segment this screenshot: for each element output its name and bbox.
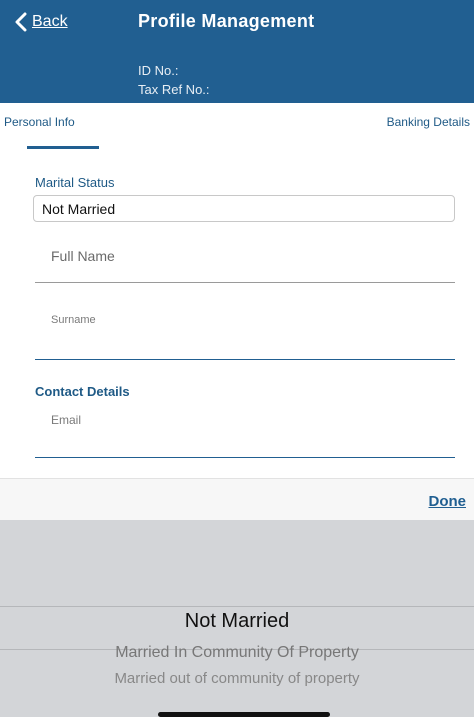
tab-personal-info[interactable]: Personal Info [4,115,75,129]
email-placeholder: Email [51,413,82,427]
id-number-label: ID No.: [138,63,179,78]
tab-banking-details[interactable]: Banking Details [387,115,470,129]
page-title: Profile Management [138,11,315,31]
done-button[interactable]: Done [429,493,467,510]
email-underline [35,457,455,458]
back-label: Back [32,13,68,30]
app-header: Back Profile Management ID No.: Tax Ref … [0,0,474,103]
marital-status-select[interactable]: Not Married [33,195,455,222]
picker-option[interactable]: Married In Community Of Property [0,644,474,662]
tab-bar: Personal Info Banking Details [0,103,474,149]
surname-placeholder: Surname [51,314,96,326]
chevron-left-icon [14,12,28,32]
active-tab-indicator [27,146,99,149]
picker-option[interactable]: Married out of community of property [0,670,474,687]
full-name-placeholder: Full Name [51,248,115,264]
marital-status-label: Marital Status [35,175,115,190]
email-field[interactable]: Email [35,410,455,458]
full-name-field[interactable]: Full Name [35,238,455,283]
home-indicator [158,712,330,717]
back-button[interactable]: Back [14,10,68,34]
surname-field[interactable]: Surname [35,310,455,360]
picker-toolbar: Done [0,478,474,520]
tax-ref-label: Tax Ref No.: [138,82,210,97]
picker-option-selected[interactable]: Not Married [0,610,474,633]
contact-details-heading: Contact Details [35,384,130,399]
full-name-underline [35,282,455,283]
surname-underline [35,359,455,360]
